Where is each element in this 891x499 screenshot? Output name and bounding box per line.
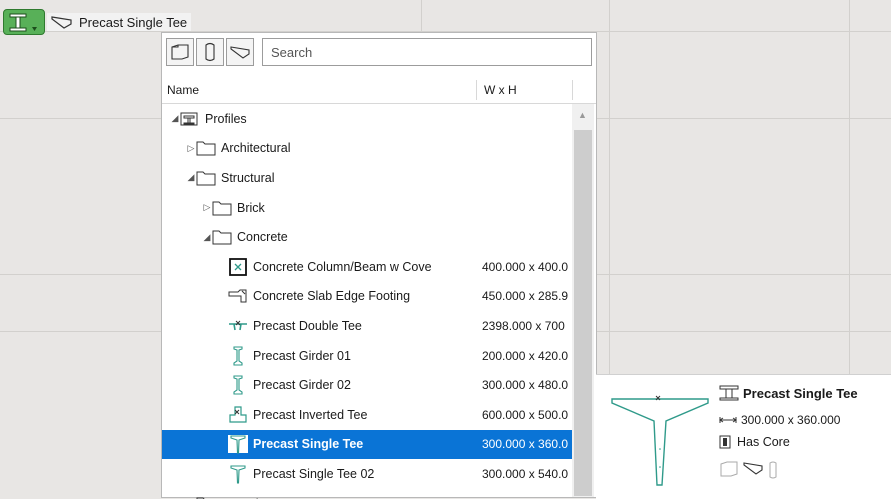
wall-view-button[interactable] — [166, 38, 194, 66]
profile-tree: ◢ Profiles ▷ Architectural ◢ Structural ▷ Brick… — [162, 104, 572, 499]
tree-item-label: Precast Inverted Tee — [253, 407, 368, 422]
current-profile-label: Precast Single Tee — [79, 14, 188, 30]
profiles-icon — [719, 385, 739, 401]
preview-title: Precast Single Tee — [719, 385, 858, 401]
inverted-tee-icon — [228, 406, 248, 424]
tree-item-label: Concrete Slab Edge Footing — [253, 289, 411, 304]
tree-row[interactable]: ◢ Structural — [162, 163, 572, 193]
tree-item-wxh: 300.000 x 540.0 — [482, 466, 569, 481]
tree-item-wxh: 2398.000 x 700 — [482, 318, 565, 333]
folder-icon — [196, 495, 216, 499]
profiles-icon — [180, 110, 200, 128]
single-tee-icon — [228, 435, 248, 454]
tree-row[interactable]: ▷Generic — [162, 489, 572, 499]
column-header-name[interactable]: Name — [167, 83, 199, 97]
tree-item-label: Precast Single Tee — [253, 437, 364, 452]
search-input[interactable] — [262, 38, 592, 66]
preview-core: Has Core — [719, 435, 790, 449]
wall-usage-icon — [720, 461, 738, 477]
column-divider[interactable] — [572, 80, 573, 100]
tree-row-selected[interactable]: Precast Single Tee 300.000 x 360.0 — [162, 429, 572, 460]
tree-item-label: Precast Girder 02 — [253, 378, 351, 393]
folder-icon — [196, 169, 216, 187]
vertical-scrollbar[interactable]: ▲ — [572, 104, 594, 497]
tree-row[interactable]: ▷ Brick — [162, 193, 572, 223]
tree-item-label: Precast Double Tee — [253, 318, 362, 333]
column-header-wxh[interactable]: W x H — [484, 83, 517, 97]
profile-tool-button[interactable] — [3, 9, 45, 35]
tree-item-wxh: 450.000 x 285.9 — [482, 289, 569, 304]
girder-icon — [228, 345, 248, 366]
column-divider[interactable] — [476, 80, 477, 100]
column-view-button[interactable] — [196, 38, 224, 66]
tree-expander-icon[interactable]: ◢ — [186, 172, 196, 183]
tree-row[interactable]: Precast Girder 01 200.000 x 420.0 — [162, 341, 572, 371]
preview-dimensions-text: 300.000 x 360.000 — [741, 413, 841, 427]
tree-row[interactable]: Concrete Slab Edge Footing 450.000 x 285.… — [162, 282, 572, 312]
column-beam-icon — [228, 257, 248, 276]
current-profile-selector[interactable]: Precast Single Tee — [47, 13, 192, 31]
folder-icon — [196, 139, 216, 157]
folder-icon — [212, 228, 232, 246]
tree-item-wxh: 600.000 x 500.0 — [482, 407, 569, 422]
slab-footing-icon — [228, 287, 248, 305]
dimension-arrows-icon — [719, 417, 737, 423]
girder-icon — [228, 375, 248, 395]
tree-item-label: Precast Girder 01 — [253, 348, 351, 363]
tree-item-wxh: 400.000 x 400.0 — [482, 259, 569, 274]
preview-dimensions: 300.000 x 360.000 — [719, 413, 840, 427]
tree-item-wxh: 300.000 x 480.0 — [482, 378, 569, 393]
tree-item-label: Concrete — [237, 230, 288, 245]
tree-expander-icon[interactable]: ◢ — [170, 113, 180, 124]
tree-row[interactable]: ▷ Architectural — [162, 134, 572, 164]
single-tee-icon — [228, 465, 248, 484]
tree-row[interactable]: ◢ Profiles — [162, 104, 572, 134]
tree-row[interactable]: ◢ Concrete — [162, 222, 572, 252]
tree-row[interactable]: Concrete Column/Beam w Cove 400.000 x 400… — [162, 252, 572, 282]
tree-item-label: Structural — [221, 170, 275, 185]
profile-picker-panel: Name W x H ◢ Profiles ▷ Architectural ◢ Struc… — [161, 32, 597, 499]
tree-row[interactable]: Precast Single Tee 02 300.000 x 540.0 — [162, 459, 572, 489]
view-filter-toolbar — [166, 38, 254, 66]
tree-row[interactable]: Precast Double Tee 2398.000 x 700 — [162, 311, 572, 341]
beam-view-icon — [230, 46, 250, 59]
profile-preview-card: Precast Single Tee 300.000 x 360.000 Has… — [596, 374, 891, 499]
profile-tool-icon — [9, 13, 37, 32]
beam-usage-icon — [743, 462, 763, 475]
tree-item-label: Architectural — [221, 141, 291, 156]
preview-usage-icons — [719, 461, 779, 479]
preview-title-text: Precast Single Tee — [743, 385, 858, 401]
tree-expander-icon[interactable]: ▷ — [186, 143, 196, 154]
scroll-up-icon[interactable]: ▲ — [578, 110, 587, 120]
single-tee-preview-shape — [611, 395, 709, 486]
tree-item-wxh: 200.000 x 420.0 — [482, 348, 569, 363]
double-tee-icon — [228, 317, 248, 335]
tree-item-label: Concrete Column/Beam w Cove — [253, 259, 432, 274]
column-usage-icon — [769, 461, 777, 479]
folder-icon — [212, 199, 232, 217]
tree-expander-icon[interactable]: ◢ — [202, 232, 212, 243]
tree-item-label: Profiles — [205, 111, 247, 126]
beam-usage-icon — [51, 16, 72, 29]
column-view-icon — [205, 42, 215, 62]
wall-view-icon — [171, 44, 189, 60]
tree-item-label: Brick — [237, 200, 265, 215]
tree-row[interactable]: Precast Girder 02 300.000 x 480.0 — [162, 370, 572, 400]
preview-core-text: Has Core — [737, 435, 790, 449]
tree-item-label: Precast Single Tee 02 — [253, 466, 375, 481]
core-icon — [719, 435, 731, 449]
tree-item-wxh: 300.000 x 360.0 — [482, 437, 569, 452]
list-header: Name W x H — [162, 77, 596, 104]
tree-row[interactable]: Precast Inverted Tee 600.000 x 500.0 — [162, 400, 572, 430]
scrollbar-thumb[interactable] — [574, 130, 592, 496]
tree-expander-icon[interactable]: ▷ — [202, 202, 212, 213]
beam-view-button[interactable] — [226, 38, 254, 66]
